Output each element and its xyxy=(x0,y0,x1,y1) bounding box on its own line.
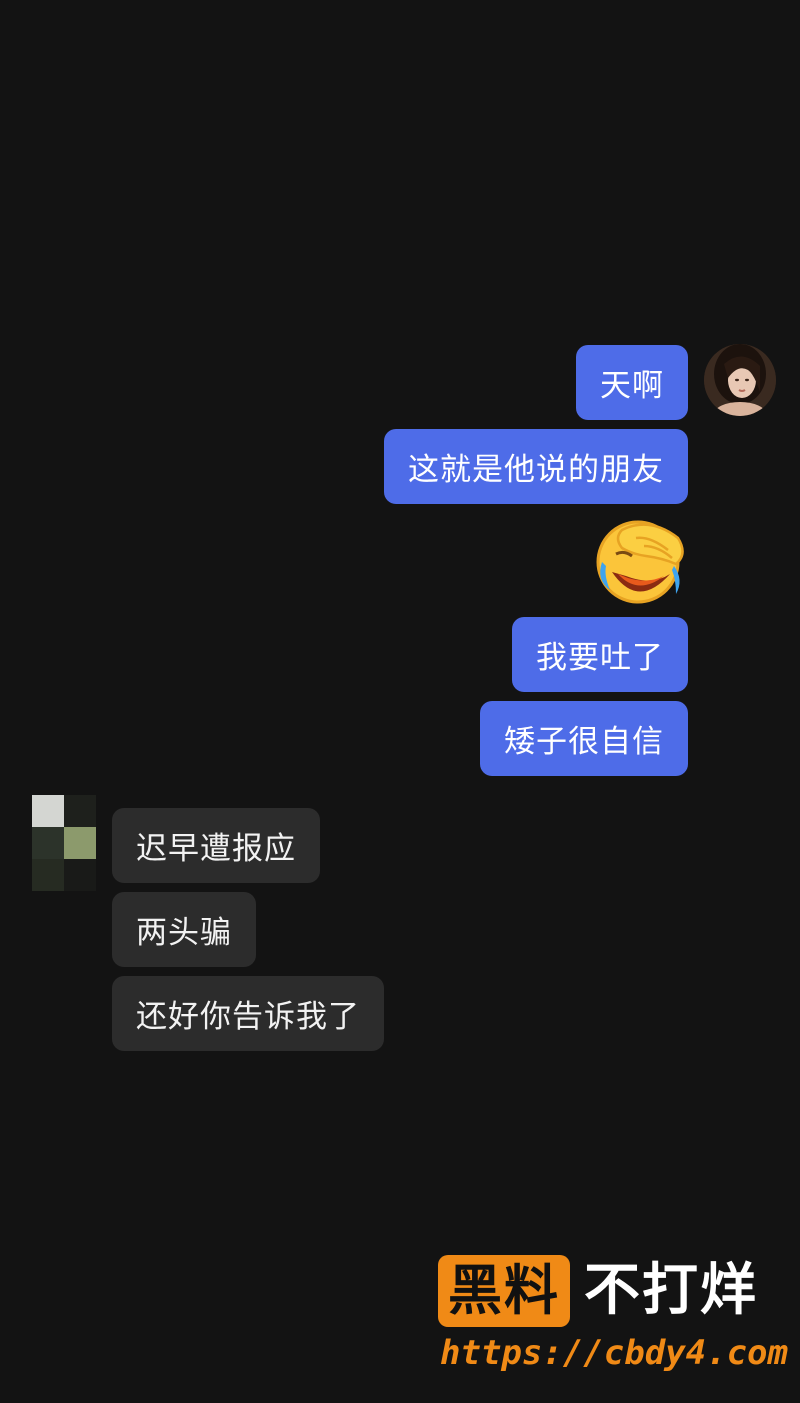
watermark: 黑料 不打烊 https://cbdy4.com xyxy=(438,1255,788,1375)
watermark-url: https://cbdy4.com xyxy=(440,1333,788,1373)
pixelated-avatar-icon xyxy=(32,795,64,827)
chat-area: 天啊 这就是他说的朋友 我要吐了 矮子很自信 迟早遭报应 两头骗 还好你告诉我了… xyxy=(0,0,800,1403)
sent-message[interactable]: 这就是他说的朋友 xyxy=(384,429,688,504)
contact-avatar[interactable] xyxy=(32,795,96,891)
message-text: 我要吐了 xyxy=(536,640,664,676)
message-text: 迟早遭报应 xyxy=(136,831,296,867)
message-text: 还好你告诉我了 xyxy=(136,999,360,1035)
received-message[interactable]: 还好你告诉我了 xyxy=(112,976,384,1051)
sent-message[interactable]: 天啊 xyxy=(576,345,688,420)
user-avatar-photo-icon xyxy=(704,344,776,416)
sent-message[interactable]: 我要吐了 xyxy=(512,617,688,692)
received-message[interactable]: 两头骗 xyxy=(112,892,256,967)
sent-message[interactable]: 矮子很自信 xyxy=(480,701,688,776)
message-text: 矮子很自信 xyxy=(504,724,664,760)
watermark-badge: 黑料 xyxy=(438,1255,570,1327)
received-message[interactable]: 迟早遭报应 xyxy=(112,808,320,883)
watermark-text: 不打烊 xyxy=(584,1258,758,1323)
message-text: 这就是他说的朋友 xyxy=(408,452,664,488)
message-text: 两头骗 xyxy=(136,915,232,951)
message-text: 天啊 xyxy=(600,368,664,404)
user-avatar[interactable] xyxy=(704,344,776,416)
facepalm-laughing-emoji-icon[interactable] xyxy=(592,514,688,604)
